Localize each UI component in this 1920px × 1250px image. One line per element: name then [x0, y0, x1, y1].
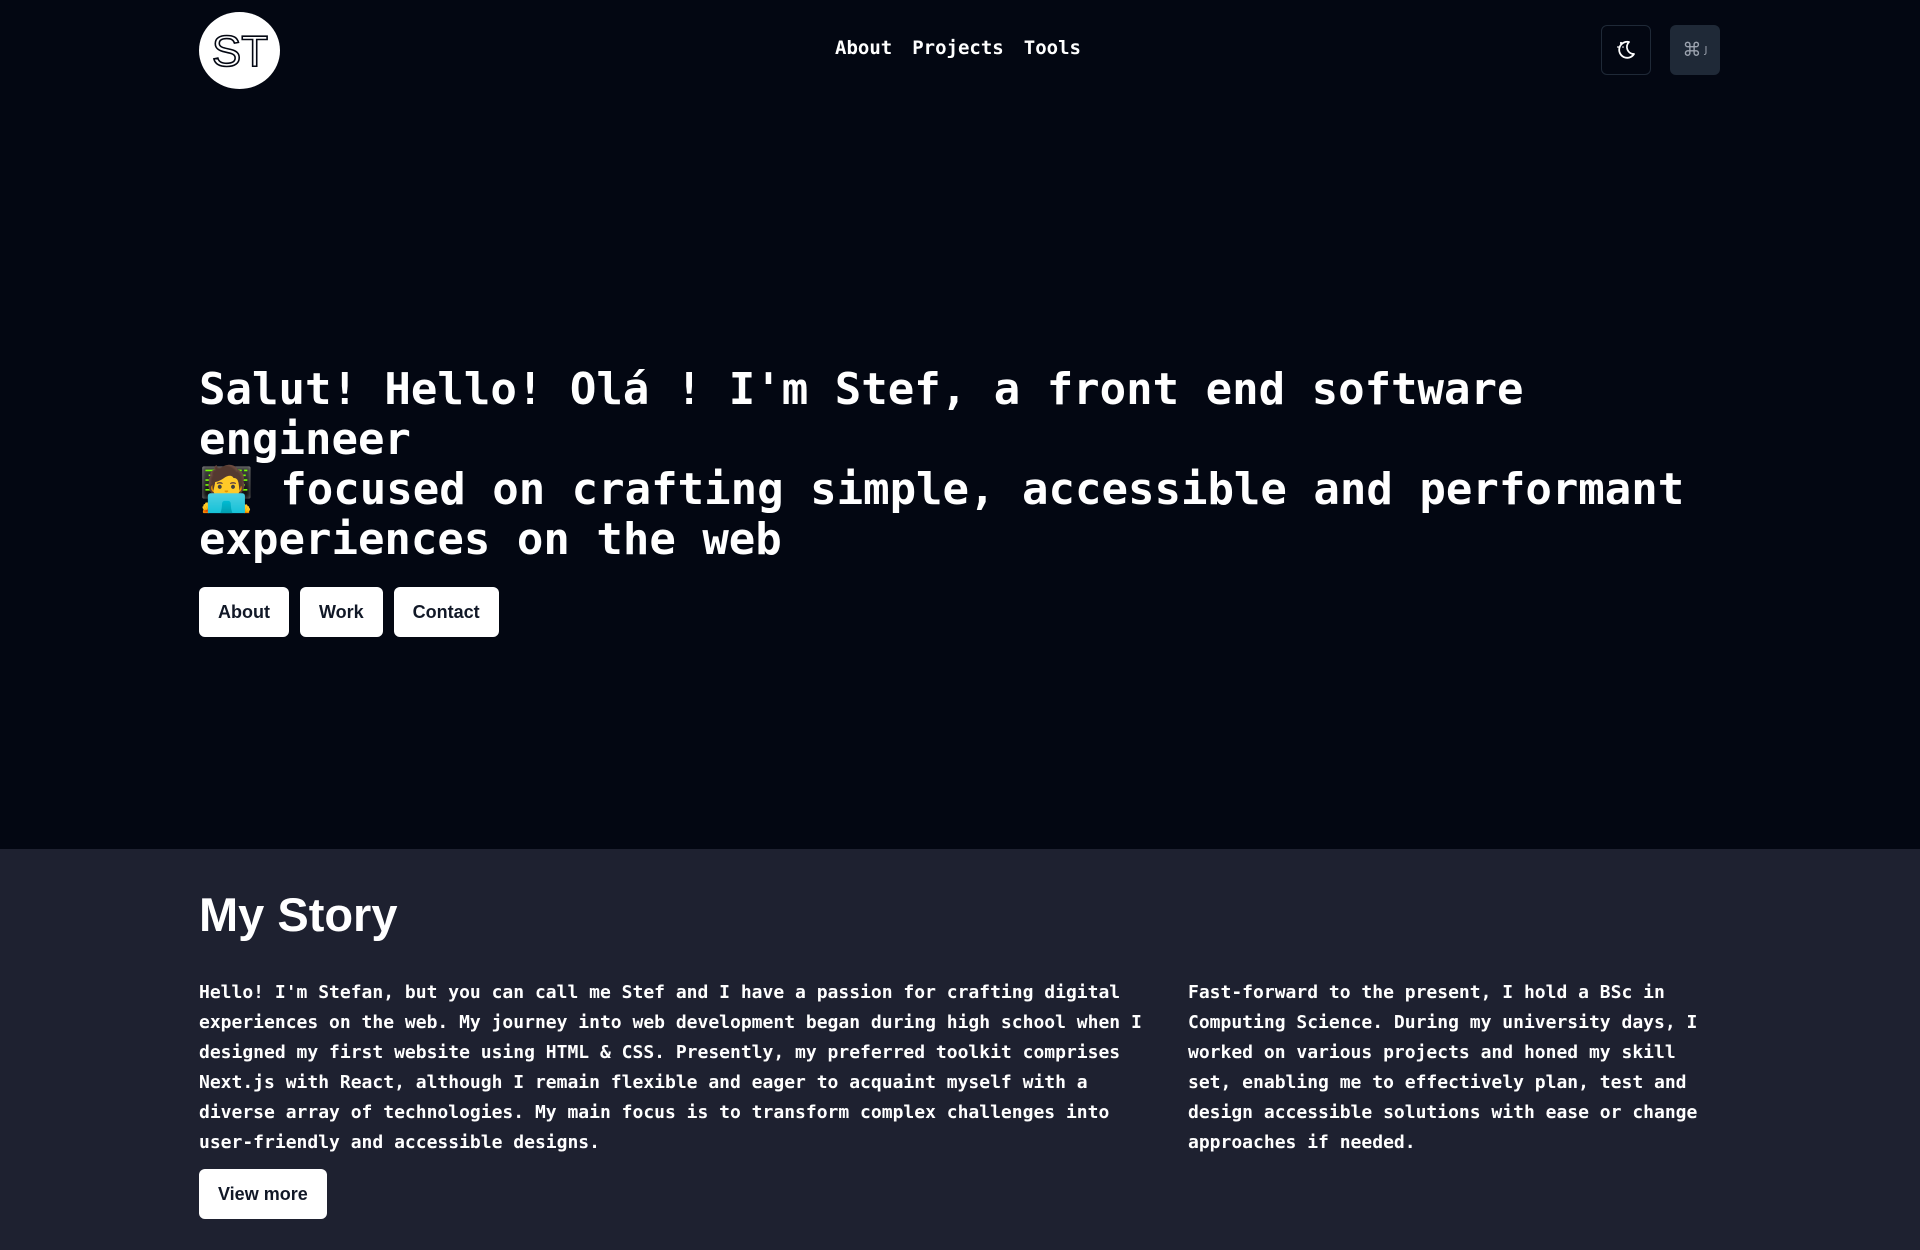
site-header: ST About Projects Tools ⌘ J — [0, 0, 1920, 100]
command-menu-button[interactable]: ⌘ J — [1670, 25, 1720, 75]
nav-about[interactable]: About — [835, 37, 892, 59]
hero-buttons: About Work Contact — [199, 587, 1759, 637]
moon-stars-icon — [1617, 40, 1635, 59]
story-paragraph-left: Hello! I'm Stefan, but you can call me S… — [199, 982, 1142, 1153]
page: ST About Projects Tools ⌘ J Salut! Hello!… — [0, 0, 1920, 1250]
hero-headline-part2: focused on crafting simple, accessible a… — [199, 464, 1685, 565]
hero-headline-part1: Salut! Hello! Olá ! I'm Stef, a front en… — [199, 364, 1524, 465]
nav-projects[interactable]: Projects — [912, 37, 1004, 59]
nav-tools[interactable]: Tools — [1024, 37, 1081, 59]
view-more-button[interactable]: View more — [199, 1169, 327, 1219]
technologist-emoji: 🧑‍💻 — [199, 464, 254, 515]
story-section: My Story Hello! I'm Stefan, but you can … — [0, 849, 1920, 1250]
contact-button[interactable]: Contact — [393, 587, 499, 637]
hero-headline: Salut! Hello! Olá ! I'm Stef, a front en… — [199, 365, 1759, 565]
command-icon: ⌘ — [1682, 39, 1702, 61]
work-button[interactable]: Work — [299, 587, 383, 637]
command-shortcut: J — [1704, 44, 1708, 56]
story-paragraph-right: Fast-forward to the present, I hold a BS… — [1188, 982, 1698, 1153]
hero-section: Salut! Hello! Olá ! I'm Stef, a front en… — [199, 365, 1759, 637]
story-title: My Story — [199, 888, 398, 941]
about-button[interactable]: About — [199, 587, 289, 637]
theme-toggle-button[interactable] — [1601, 25, 1651, 75]
